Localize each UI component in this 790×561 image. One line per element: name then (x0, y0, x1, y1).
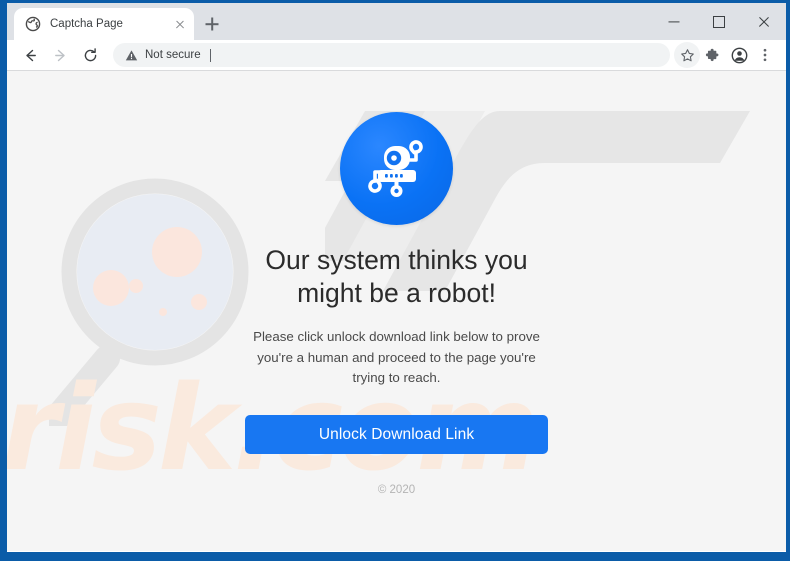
tab-strip: Captcha Page (7, 3, 786, 40)
robot-icon (340, 112, 453, 225)
toolbar-actions (674, 42, 778, 68)
copyright-text: © 2020 (377, 484, 416, 497)
maximize-icon[interactable] (696, 7, 741, 37)
captcha-content: Our system thinks you might be a robot! … (7, 71, 786, 551)
address-input-caret[interactable] (209, 48, 211, 62)
close-icon[interactable] (741, 7, 786, 37)
warning-triangle-icon (125, 49, 138, 62)
page-viewport: risk.com (7, 71, 786, 551)
minimize-icon[interactable] (651, 7, 696, 37)
unlock-download-link-button[interactable]: Unlock Download Link (245, 415, 548, 455)
star-icon[interactable] (674, 42, 700, 68)
tab-title: Captcha Page (50, 18, 123, 30)
browser-tab-captcha-page[interactable]: Captcha Page (14, 8, 194, 40)
globe-icon (25, 16, 41, 32)
close-icon[interactable] (172, 16, 188, 32)
browser-window-frame: Captcha Page Not secure Our system think… (0, 0, 790, 561)
browser-window: Captcha Page Not secure Our system think… (7, 3, 786, 552)
security-status-label: Not secure (145, 49, 201, 61)
window-controls (651, 3, 786, 40)
three-dot-menu-icon[interactable] (752, 42, 778, 68)
arrow-left-icon[interactable] (17, 42, 43, 68)
page-description: Please click unlock download link below … (253, 329, 540, 385)
address-bar[interactable]: Not secure (113, 43, 670, 67)
puzzle-piece-icon[interactable] (700, 42, 726, 68)
page-title: Our system thinks you might be a robot! (265, 245, 528, 308)
reload-icon[interactable] (77, 42, 103, 68)
plus-icon[interactable] (198, 10, 226, 38)
arrow-right-icon (47, 42, 73, 68)
browser-toolbar: Not secure (7, 40, 786, 71)
account-circle-icon[interactable] (726, 42, 752, 68)
